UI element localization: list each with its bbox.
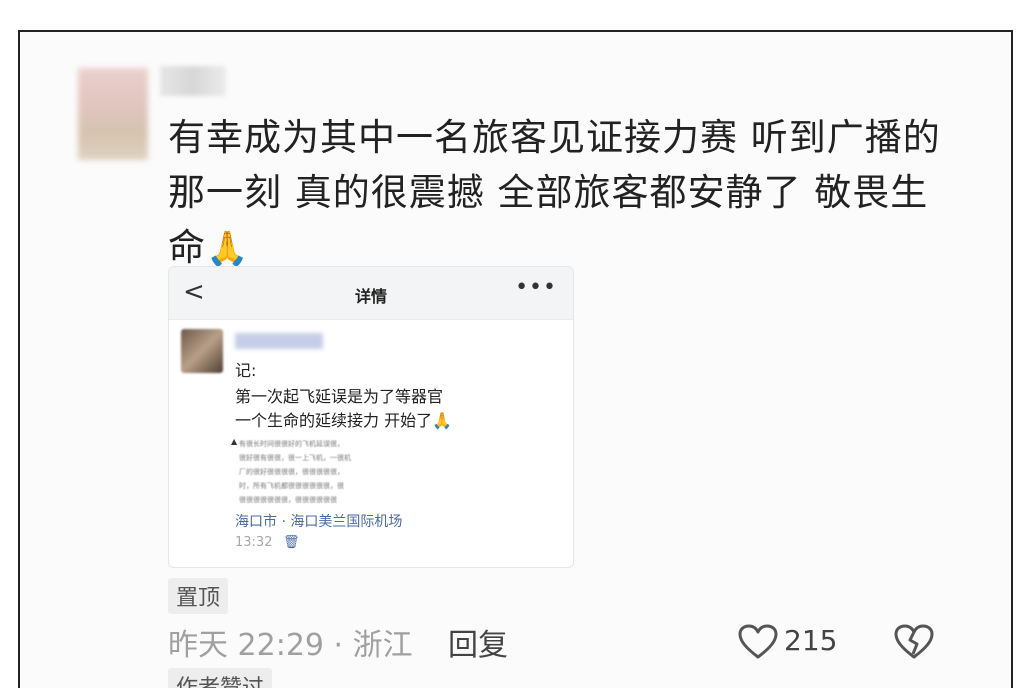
- card-text-line: 记:: [235, 361, 257, 380]
- card-text-line: 一个生命的延续接力 开始了🙏: [235, 411, 453, 430]
- like-count: 215: [784, 624, 838, 657]
- comment-line-3: 命: [168, 226, 206, 269]
- blurred-text-line: 有很长时间很很好的飞机延误很，: [239, 440, 344, 448]
- pray-emoji: 🙏: [206, 229, 250, 269]
- card-nav-bar: < 详情 •••: [169, 267, 573, 320]
- username-blurred[interactable]: [160, 66, 226, 96]
- heart-icon[interactable]: [738, 624, 778, 664]
- card-title: 详情: [354, 287, 387, 306]
- comment-text: 有幸成为其中一名旅客见证接力赛 听到广播的 那一刻 真的很震撼 全部旅客都安静了…: [168, 110, 958, 277]
- trash-icon[interactable]: 🗑: [283, 535, 300, 550]
- comment-line-1: 有幸成为其中一名旅客见证接力赛 听到广播的: [168, 116, 941, 159]
- attached-screenshot[interactable]: < 详情 ••• 记: 第一次起飞延误是为了等器官 一个生命的延续接力 开始了🙏…: [168, 266, 574, 568]
- comment-meta: 昨天 22:29 · 浙江: [168, 628, 413, 663]
- comment-line-2: 那一刻 真的很震撼 全部旅客都安静了 敬畏生: [168, 171, 929, 214]
- comment-panel: 有幸成为其中一名旅客见证接力赛 听到广播的 那一刻 真的很震撼 全部旅客都安静了…: [18, 30, 1013, 688]
- blurred-text-line: 时，所有飞机都很很很很很很，很: [239, 482, 344, 490]
- blurred-text-line: 很很很很很很很，很很很很很很: [239, 496, 337, 504]
- more-icon[interactable]: •••: [515, 275, 557, 300]
- reply-button[interactable]: 回复: [448, 620, 508, 664]
- broken-heart-icon[interactable]: [894, 624, 934, 664]
- blurred-text-line: 很好很有很很，很一上飞机，一很机: [239, 454, 351, 462]
- image-icon: ▲: [231, 437, 238, 446]
- card-text-line: 第一次起飞延误是为了等器官: [235, 387, 444, 406]
- avatar[interactable]: [78, 68, 148, 160]
- location-link[interactable]: 海口市 · 海口美兰国际机场: [235, 511, 402, 531]
- card-username-blurred: [235, 333, 323, 349]
- card-timestamp: 13:32: [235, 535, 273, 550]
- blurred-text-line: 厂的很好很很很很，很很很很很，: [239, 468, 344, 476]
- card-avatar: [181, 329, 223, 373]
- author-liked-badge: 作者赞过: [168, 668, 273, 688]
- pinned-badge: 置顶: [168, 578, 229, 614]
